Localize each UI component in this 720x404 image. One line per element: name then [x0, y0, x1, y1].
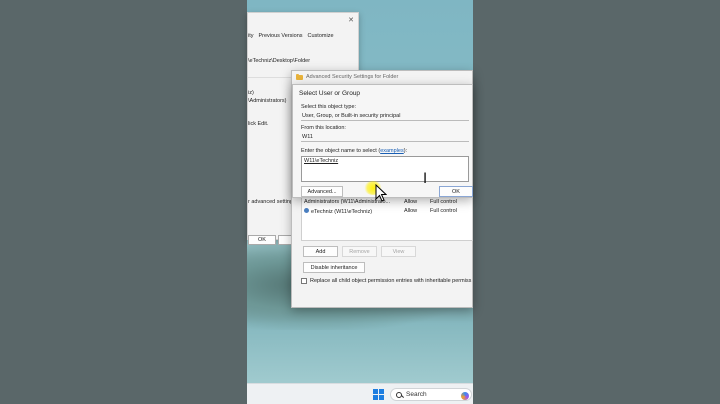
select-user-dialog: Select User or Group Select this object … [292, 84, 473, 198]
copilot-icon[interactable] [461, 392, 469, 400]
edit-hint: lick Edit. [248, 121, 269, 127]
view-button[interactable]: View [381, 246, 416, 257]
tab-customize[interactable]: Customize [308, 33, 334, 43]
windows-start-icon[interactable] [373, 389, 384, 400]
enter-name-label: Enter the object name to select (example… [301, 148, 407, 154]
principal-cell: eTechniz (W11\eTechniz) [304, 207, 404, 215]
ok-button[interactable]: OK [248, 235, 276, 245]
title-bar: Advanced Security Settings for Folder [292, 71, 472, 83]
disable-inheritance-button[interactable]: Disable inheritance [303, 262, 365, 273]
object-name-value: W11\eTechniz [304, 158, 339, 164]
permission-entries-list[interactable]: Administrators (W11\Administrato... Allo… [301, 197, 473, 241]
search-icon [396, 391, 402, 398]
text-cursor-icon: I [423, 171, 428, 187]
close-icon[interactable]: ✕ [348, 16, 354, 24]
replace-permissions-row[interactable]: Replace all child object permission entr… [301, 278, 471, 284]
group-entry[interactable]: \Administrators) [248, 98, 287, 104]
window-title: Advanced Security Settings for Folder [306, 74, 399, 80]
taskbar: Search [247, 383, 473, 404]
properties-tabs: ity Previous Versions Customize [248, 33, 360, 43]
taskbar-search[interactable]: Search [390, 388, 472, 401]
advanced-button[interactable]: Advanced... [301, 186, 343, 197]
enter-name-suffix: ): [403, 148, 408, 154]
advanced-hint: r advanced settings [248, 199, 296, 205]
tab-security[interactable]: ity [248, 33, 254, 43]
replace-permissions-checkbox[interactable] [301, 278, 307, 284]
dialog-title: Select User or Group [299, 90, 361, 97]
object-path: \eTechniz\Desktop\Folder [248, 58, 311, 64]
group-entry[interactable]: iz) [248, 90, 254, 96]
object-name-input[interactable]: W11\eTechniz [301, 156, 469, 182]
tab-previous-versions[interactable]: Previous Versions [259, 33, 303, 43]
examples-link[interactable]: examples [380, 148, 404, 154]
right-letterbox [473, 0, 720, 404]
list-item[interactable]: Administrators (W11\Administrato... Allo… [304, 198, 474, 206]
mouse-pointer-icon [375, 184, 387, 202]
principal-name: eTechniz (W11\eTechniz) [311, 208, 373, 215]
access-type: Allow [404, 199, 418, 205]
principal-name: Administrators (W11\Administrato... [304, 199, 391, 205]
search-label: Search [406, 391, 427, 398]
add-button[interactable]: Add [303, 246, 338, 257]
permission-level: Full control [430, 208, 457, 214]
ok-button[interactable]: OK [439, 186, 473, 197]
user-icon [304, 207, 309, 213]
object-type-label: Select this object type: [301, 104, 357, 110]
object-type-field: User, Group, or Built-in security princi… [301, 112, 469, 121]
location-label: From this location: [301, 125, 346, 131]
access-type: Allow [404, 208, 418, 214]
replace-permissions-label: Replace all child object permission entr… [310, 278, 472, 284]
permission-level: Full control [430, 199, 457, 205]
location-field: W11 [301, 133, 469, 142]
folder-icon [296, 73, 303, 80]
list-item[interactable]: eTechniz (W11\eTechniz) Allow Full contr… [304, 207, 474, 215]
left-letterbox [0, 0, 247, 404]
remove-button[interactable]: Remove [342, 246, 377, 257]
enter-name-text: Enter the object name to select ( [301, 148, 381, 154]
